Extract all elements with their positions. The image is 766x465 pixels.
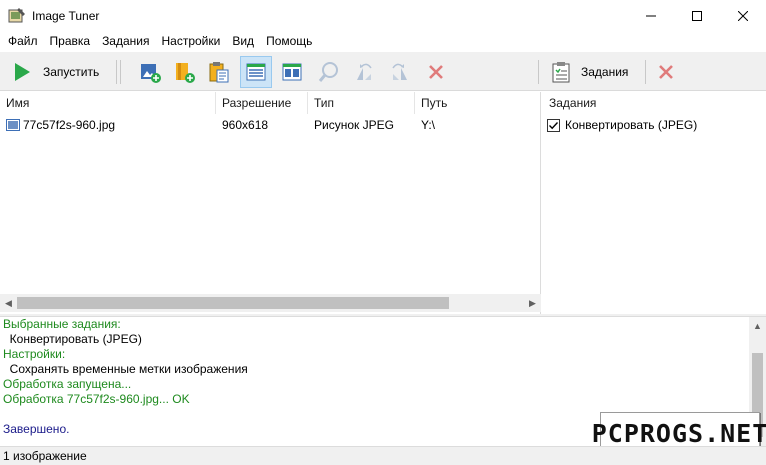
log-line: Выбранные задания: xyxy=(3,317,121,331)
maximize-button[interactable] xyxy=(674,0,720,31)
menu-edit[interactable]: Правка xyxy=(45,31,98,52)
remove-task-button[interactable] xyxy=(650,56,682,88)
file-name: 77c57f2s-960.jpg xyxy=(23,118,116,132)
rotate-left-icon xyxy=(357,63,372,80)
add-image-icon xyxy=(141,64,161,83)
column-type[interactable]: Тип xyxy=(308,92,415,114)
run-label: Запустить xyxy=(43,64,100,79)
window-title: Image Tuner xyxy=(32,8,100,23)
preview-icon xyxy=(318,62,338,82)
minimize-button[interactable] xyxy=(628,0,674,31)
log-line: Обработка запущена... xyxy=(3,377,132,391)
menu-bar: Файл Правка Задания Настройки Вид Помощь xyxy=(0,31,766,52)
file-type: Рисунок JPEG xyxy=(314,118,394,132)
rotate-right-icon xyxy=(392,63,407,80)
add-folder-button[interactable] xyxy=(168,56,200,88)
column-name[interactable]: Имя xyxy=(0,92,216,114)
scroll-left-icon[interactable]: ◀ xyxy=(0,294,17,312)
task-list-icon xyxy=(552,61,570,82)
title-bar: Image Tuner xyxy=(0,0,766,31)
remove-icon xyxy=(659,65,673,79)
task-item[interactable]: Конвертировать (JPEG) xyxy=(547,116,697,134)
minimize-icon xyxy=(646,15,656,16)
add-folder-icon xyxy=(176,63,195,83)
image-file-icon xyxy=(6,119,20,131)
file-name-cell: 77c57f2s-960.jpg xyxy=(6,116,115,134)
toolbar: Запустить Задания xyxy=(0,52,766,91)
scroll-right-icon[interactable]: ▶ xyxy=(524,294,541,312)
tasks-panel: Задания Конвертировать (JPEG) xyxy=(543,92,766,314)
toolbar-separator xyxy=(645,60,646,84)
tasks-button[interactable]: Задания xyxy=(546,55,636,88)
thumbnails-view-icon xyxy=(282,63,302,81)
checkmark-icon xyxy=(549,121,559,129)
run-button[interactable]: Запустить xyxy=(3,55,107,88)
close-icon xyxy=(738,10,748,21)
close-button[interactable] xyxy=(720,0,766,31)
log-line: Завершено. xyxy=(3,422,70,436)
rotate-left-button[interactable] xyxy=(348,56,380,88)
file-path: Y:\ xyxy=(421,118,436,132)
menu-tasks[interactable]: Задания xyxy=(97,31,156,52)
tasks-header: Задания xyxy=(549,96,597,110)
app-icon xyxy=(8,7,26,25)
preview-button[interactable] xyxy=(313,56,345,88)
remove-files-button[interactable] xyxy=(420,56,452,88)
file-resolution: 960x618 xyxy=(222,118,269,132)
log-line: Настройки: xyxy=(3,347,66,361)
file-list[interactable]: Имя Разрешение Тип Путь 77c57f2s-960.jpg… xyxy=(0,92,541,314)
paste-button[interactable] xyxy=(203,56,235,88)
status-text: 1 изображение xyxy=(3,449,87,463)
add-images-button[interactable] xyxy=(134,56,166,88)
rotate-right-button[interactable] xyxy=(384,56,416,88)
column-resolution[interactable]: Разрешение xyxy=(216,92,308,114)
toolbar-separator xyxy=(120,60,121,84)
play-icon xyxy=(15,62,30,81)
log-line: Сохранять временные метки изображения xyxy=(3,362,248,376)
task-checkbox[interactable] xyxy=(547,118,560,132)
menu-settings[interactable]: Настройки xyxy=(157,31,228,52)
tasks-label: Задания xyxy=(581,64,629,79)
menu-help[interactable]: Помощь xyxy=(261,31,319,52)
menu-view[interactable]: Вид xyxy=(227,31,261,52)
paste-icon xyxy=(209,62,229,83)
details-view-button[interactable] xyxy=(240,56,272,88)
toolbar-separator xyxy=(538,60,539,84)
task-label: Конвертировать (JPEG) xyxy=(565,118,698,132)
maximize-icon xyxy=(692,10,702,21)
scrollbar-thumb[interactable] xyxy=(17,297,449,309)
menu-file[interactable]: Файл xyxy=(3,31,45,52)
column-path[interactable]: Путь xyxy=(415,92,541,114)
scroll-up-icon[interactable]: ▲ xyxy=(749,317,766,335)
log-line: Обработка 77c57f2s-960.jpg... OK xyxy=(3,392,190,406)
horizontal-scrollbar[interactable]: ◀ ▶ xyxy=(0,294,541,312)
watermark-text: PCPROGS.NET xyxy=(591,418,766,448)
status-bar: 1 изображение xyxy=(0,446,766,465)
remove-icon xyxy=(429,65,443,79)
thumbnails-view-button[interactable] xyxy=(276,56,308,88)
log-line: Конвертировать (JPEG) xyxy=(3,332,142,346)
toolbar-separator xyxy=(116,60,117,84)
details-view-icon xyxy=(246,63,266,81)
